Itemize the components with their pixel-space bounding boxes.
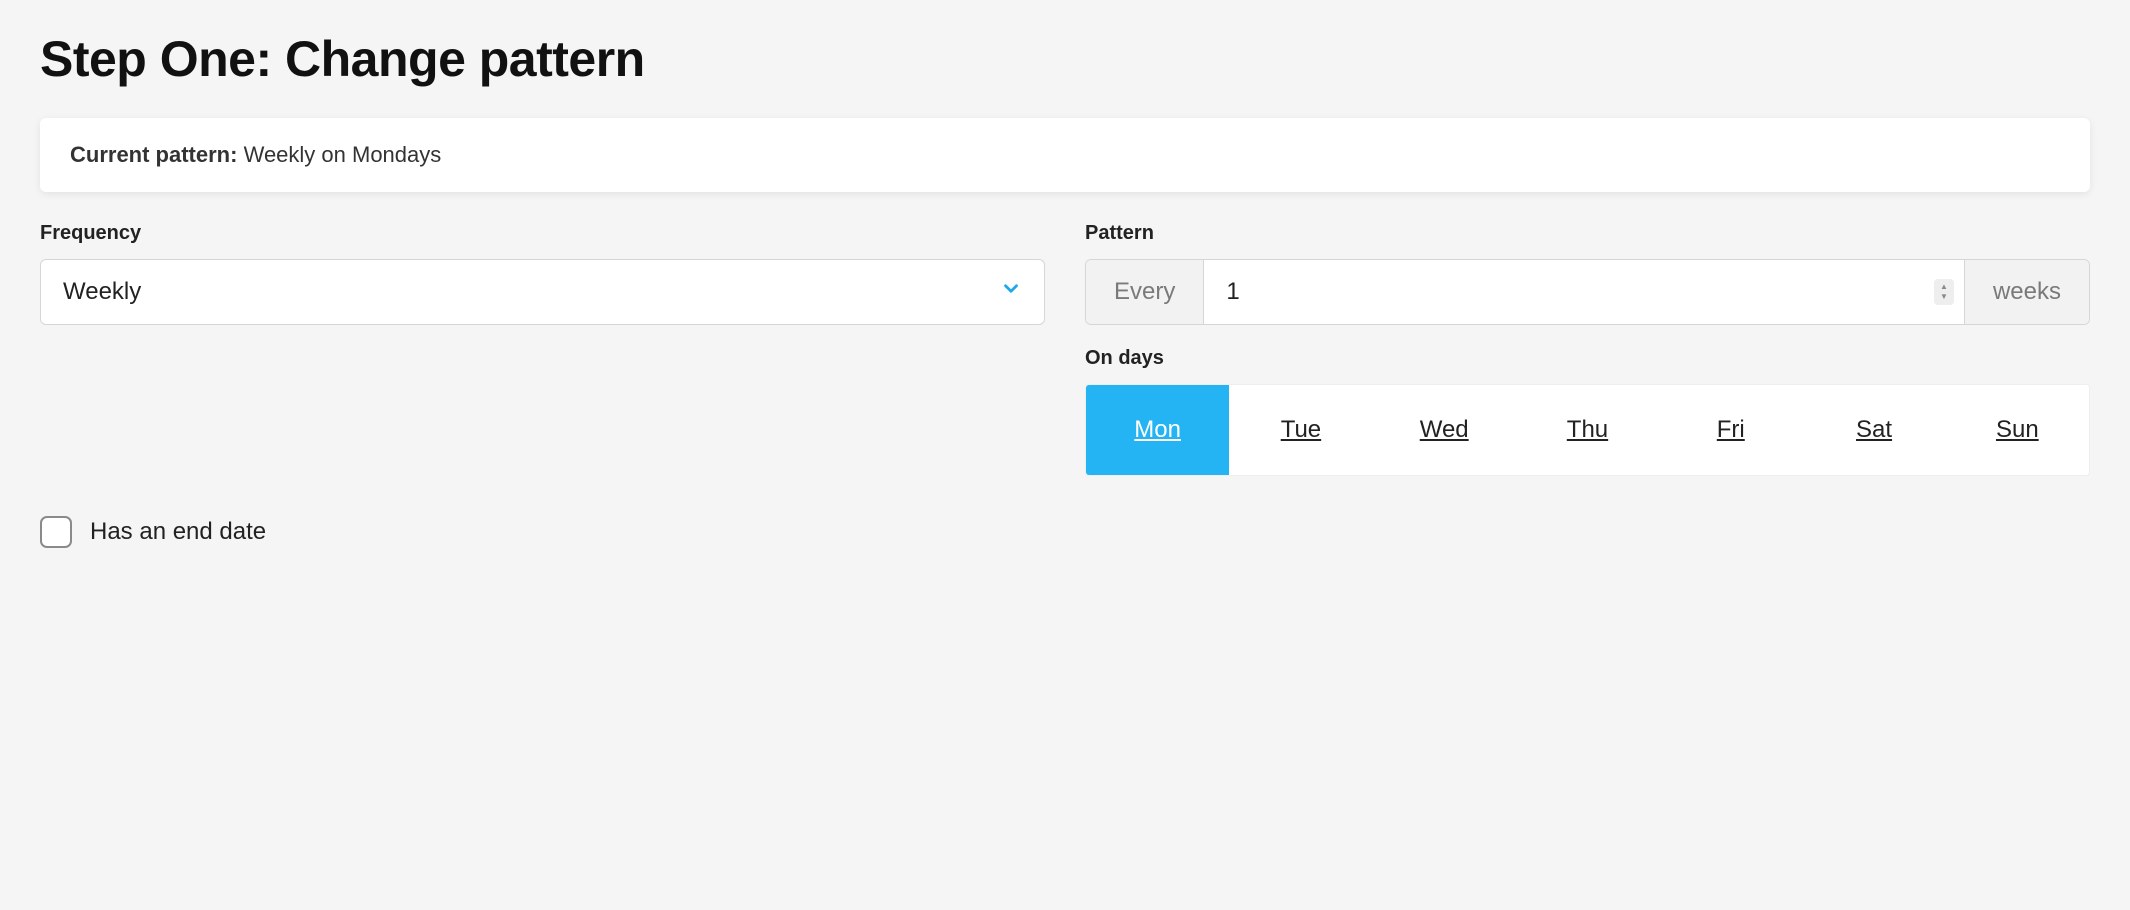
day-button-wed[interactable]: Wed: [1373, 385, 1516, 475]
frequency-select[interactable]: Weekly: [40, 259, 1045, 325]
day-button-sun[interactable]: Sun: [1946, 385, 2089, 475]
end-date-row: Has an end date: [40, 516, 2090, 548]
end-date-checkbox[interactable]: [40, 516, 72, 548]
frequency-label: Frequency: [40, 222, 1045, 245]
frequency-selected-value: Weekly: [63, 278, 141, 306]
pattern-input-group: Every ▲▼ weeks: [1085, 259, 2090, 325]
day-button-fri[interactable]: Fri: [1659, 385, 1802, 475]
pattern-suffix-addon: weeks: [1964, 260, 2089, 324]
chevron-down-icon: [1000, 278, 1022, 307]
day-button-thu[interactable]: Thu: [1516, 385, 1659, 475]
pattern-number-input[interactable]: [1204, 260, 1964, 324]
current-pattern-value: Weekly on Mondays: [244, 142, 442, 167]
current-pattern-label: Current pattern:: [70, 142, 237, 167]
frequency-column: Frequency Weekly: [40, 222, 1045, 476]
on-days-label: On days: [1085, 347, 2090, 370]
day-button-tue[interactable]: Tue: [1229, 385, 1372, 475]
stepper-icon[interactable]: ▲▼: [1934, 279, 1954, 305]
pattern-label: Pattern: [1085, 222, 2090, 245]
end-date-label: Has an end date: [90, 518, 266, 546]
current-pattern-card: Current pattern: Weekly on Mondays: [40, 118, 2090, 192]
pattern-column: Pattern Every ▲▼ weeks On days MonTueWed…: [1085, 222, 2090, 476]
pattern-prefix-addon: Every: [1086, 260, 1204, 324]
pattern-number-wrap: ▲▼: [1204, 260, 1964, 324]
day-button-sat[interactable]: Sat: [1802, 385, 1945, 475]
page-title: Step One: Change pattern: [40, 30, 2090, 88]
day-button-mon[interactable]: Mon: [1086, 385, 1229, 475]
form-row: Frequency Weekly Pattern Every ▲▼ weeks …: [40, 222, 2090, 476]
days-row: MonTueWedThuFriSatSun: [1085, 384, 2090, 476]
